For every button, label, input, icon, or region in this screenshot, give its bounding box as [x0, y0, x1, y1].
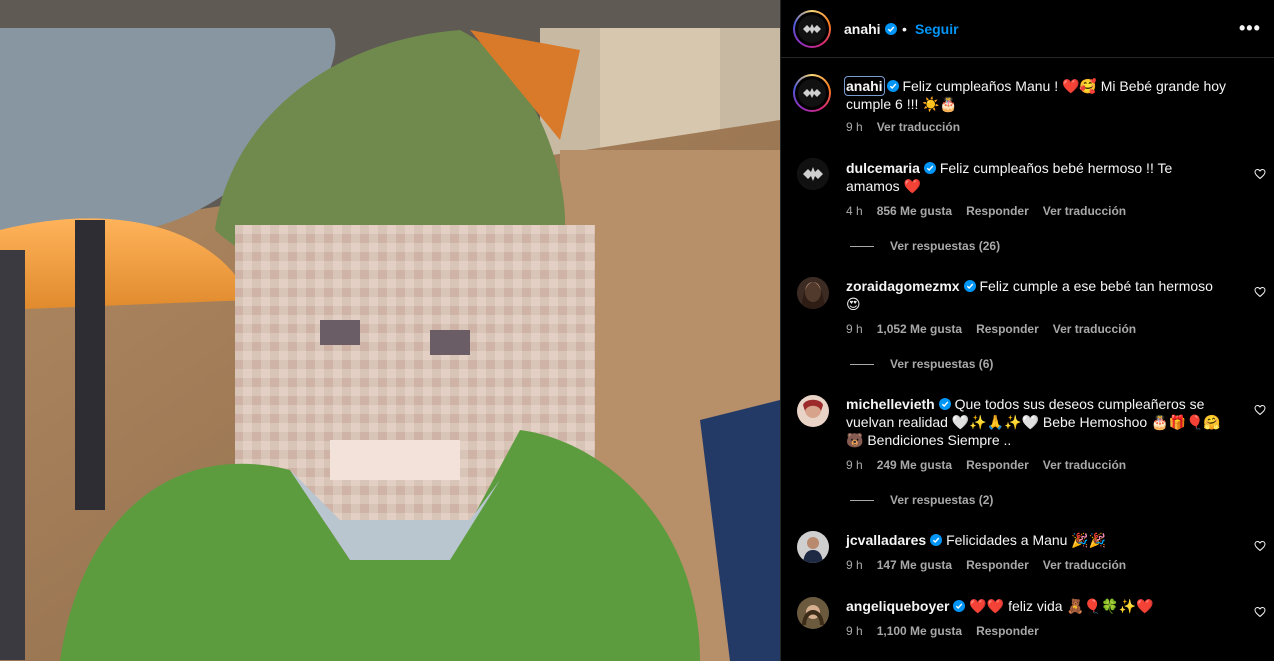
comment-meta: 9 h 249 Me gusta Responder Ver traducción [846, 458, 1140, 472]
caption-time[interactable]: 9 h [846, 120, 863, 134]
comment-text: michellevieth Que todos sus deseos cumpl… [846, 395, 1226, 449]
post-image [0, 0, 780, 661]
comment-username[interactable]: dulcemaria [846, 160, 920, 176]
caption-meta: 9 h Ver traducción [846, 120, 974, 134]
comment-avatar[interactable] [797, 158, 829, 190]
view-replies-label[interactable]: Ver respuestas (26) [890, 239, 1000, 253]
comment-username[interactable]: jcvalladares [846, 532, 926, 548]
comment-time[interactable]: 9 h [846, 558, 863, 572]
caption-avatar[interactable] [793, 74, 831, 112]
verified-icon [963, 280, 976, 292]
verified-icon [953, 600, 966, 612]
comment-meta: 9 h 1,052 Me gusta Responder Ver traducción [846, 322, 1150, 336]
post-photo[interactable] [0, 0, 780, 661]
logo-icon [803, 88, 821, 98]
caption-text: anahi Feliz cumpleaños Manu ! ❤️🥰 Mi Beb… [844, 76, 1246, 113]
comment-likes[interactable]: 147 Me gusta [877, 558, 952, 572]
more-options-icon[interactable]: ••• [1239, 18, 1261, 39]
heart-icon[interactable] [1254, 286, 1266, 298]
follow-button[interactable]: Seguir [915, 21, 959, 37]
comment-username[interactable]: angeliqueboyer [846, 598, 949, 614]
author-username[interactable]: anahi [844, 21, 897, 37]
comment-likes[interactable]: 249 Me gusta [877, 458, 952, 472]
caption-translate-button[interactable]: Ver traducción [877, 120, 960, 134]
comment-meta: 9 h 1,100 Me gusta Responder [846, 624, 1053, 638]
reply-button[interactable]: Responder [976, 322, 1039, 336]
view-replies-button[interactable]: Ver respuestas (6) [850, 357, 993, 371]
heart-icon[interactable] [1254, 404, 1266, 416]
comment-body: Felicidades a Manu 🎉🎉 [946, 532, 1107, 548]
comment-time[interactable]: 9 h [846, 458, 863, 472]
comment-meta: 9 h 147 Me gusta Responder Ver traducción [846, 558, 1140, 572]
heart-icon[interactable] [1254, 168, 1266, 180]
comment-text: angeliqueboyer ❤️❤️ feliz vida 🧸🎈🍀✨❤️ [846, 597, 1226, 615]
comment-text: zoraidagomezmx Feliz cumple a ese bebé t… [846, 277, 1226, 313]
comment-avatar[interactable] [797, 597, 829, 629]
verified-icon [930, 534, 943, 546]
comment-username[interactable]: zoraidagomezmx [846, 278, 960, 294]
verified-icon [886, 80, 899, 92]
caption-body: Feliz cumpleaños Manu ! ❤️🥰 Mi Bebé gran… [846, 78, 1227, 112]
comment-time[interactable]: 9 h [846, 624, 863, 638]
view-replies-button[interactable]: Ver respuestas (2) [850, 493, 993, 507]
comment-meta: 4 h 856 Me gusta Responder Ver traducción [846, 204, 1140, 218]
comment-text: dulcemaria Feliz cumpleaños bebé hermoso… [846, 159, 1226, 195]
reply-button[interactable]: Responder [966, 204, 1029, 218]
replies-line [850, 364, 874, 366]
separator-dot: • [902, 21, 907, 37]
replies-line [850, 500, 874, 502]
heart-icon[interactable] [1254, 540, 1266, 552]
translate-button[interactable]: Ver traducción [1043, 204, 1126, 218]
reply-button[interactable]: Responder [966, 558, 1029, 572]
view-replies-label[interactable]: Ver respuestas (6) [890, 357, 993, 371]
author-avatar[interactable] [793, 10, 831, 48]
comment-likes[interactable]: 1,052 Me gusta [877, 322, 962, 336]
logo-icon [803, 24, 821, 34]
caption-username[interactable]: anahi [844, 76, 885, 96]
translate-button[interactable]: Ver traducción [1043, 558, 1126, 572]
translate-button[interactable]: Ver traducción [1053, 322, 1136, 336]
comment-likes[interactable]: 1,100 Me gusta [877, 624, 962, 638]
comment-username[interactable]: michellevieth [846, 396, 935, 412]
author-username-text[interactable]: anahi [844, 21, 881, 37]
comment-text: jcvalladares Felicidades a Manu 🎉🎉 [846, 531, 1226, 549]
replies-line [850, 246, 874, 248]
comment-body: ❤️❤️ feliz vida 🧸🎈🍀✨❤️ [969, 598, 1154, 614]
post-header: anahi • Seguir ••• [781, 0, 1274, 58]
verified-icon [884, 23, 897, 35]
reply-button[interactable]: Responder [966, 458, 1029, 472]
comment-avatar[interactable] [797, 395, 829, 427]
view-replies-label[interactable]: Ver respuestas (2) [890, 493, 993, 507]
verified-icon [923, 162, 936, 174]
comment-avatar[interactable] [797, 531, 829, 563]
comment-time[interactable]: 4 h [846, 204, 863, 218]
heart-icon[interactable] [1254, 606, 1266, 618]
comment-avatar[interactable] [797, 277, 829, 309]
verified-icon [938, 398, 951, 410]
translate-button[interactable]: Ver traducción [1043, 458, 1126, 472]
view-replies-button[interactable]: Ver respuestas (26) [850, 239, 1000, 253]
comment-time[interactable]: 9 h [846, 322, 863, 336]
comment-likes[interactable]: 856 Me gusta [877, 204, 952, 218]
reply-button[interactable]: Responder [976, 624, 1039, 638]
comments-panel: anahi • Seguir ••• anahi Feliz cumpleaño… [780, 0, 1274, 661]
